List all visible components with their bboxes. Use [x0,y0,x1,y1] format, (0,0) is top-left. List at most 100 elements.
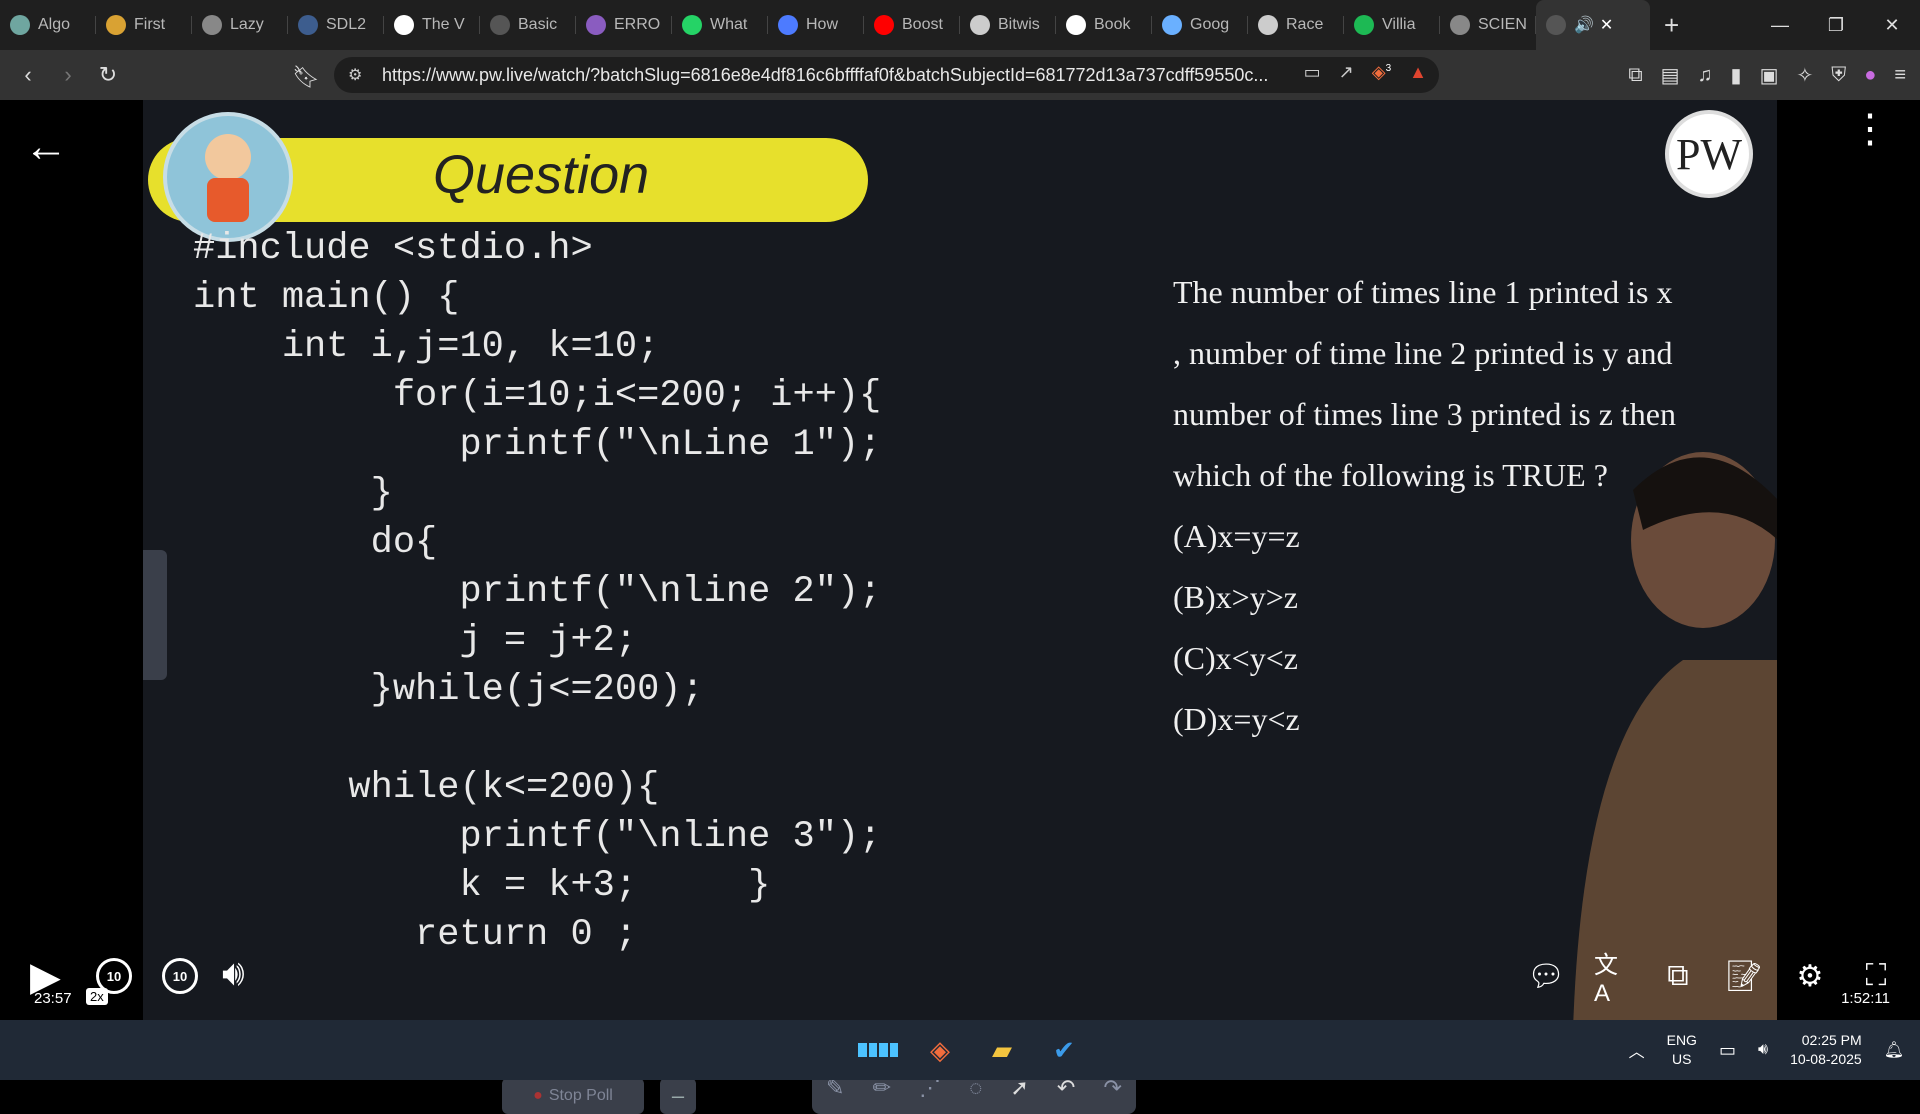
browser-tab[interactable]: Algo [0,0,96,50]
vscode-icon[interactable]: ✔ [1044,1030,1084,1070]
geeks-icon [490,15,510,35]
side-panel-handle[interactable] [143,550,167,680]
clock[interactable]: 02:25 PM 10-08-2025 [1790,1031,1862,1069]
browser-tab[interactable]: First [96,0,192,50]
rewind-10-icon[interactable]: 10 [96,958,132,994]
extensions-icon[interactable]: ⧉ [1628,64,1642,87]
pw-icon [106,15,126,35]
browser-tab[interactable]: Goog [1152,0,1248,50]
browser-tab[interactable]: Lazy [192,0,288,50]
settings-gear-icon[interactable]: ⚙ [1792,956,1828,996]
code-line: } [193,473,393,515]
tab-active-pw-live[interactable]: 🔊 ✕ [1536,0,1650,50]
tab-label: Boost [902,16,943,33]
vpn-icon[interactable]: ⛨ [1831,64,1846,87]
browser-tab[interactable]: SCIEN [1440,0,1536,50]
menu-icon[interactable]: ≡ [1894,64,1906,87]
stop-poll-label: Stop Poll [548,1087,613,1104]
stop-poll-button[interactable]: ● Stop Poll [502,1078,644,1114]
tab-label: Lazy [230,16,264,33]
minimize-icon[interactable]: — [1752,0,1808,50]
lang-top: ENG [1666,1032,1697,1048]
leo-ai-icon[interactable]: ✧ [1796,63,1813,88]
lang-bottom: US [1672,1051,1692,1067]
spotify-icon [1354,15,1374,35]
orkg-icon [970,15,990,35]
youtube-icon [874,15,894,35]
code-line: j = j+2; [193,620,638,662]
file-explorer-icon[interactable]: ▰ [982,1030,1022,1070]
picture-in-picture-icon[interactable]: ⧉ [1660,956,1696,996]
translate-icon[interactable]: 文A [1594,952,1630,1007]
tab-label: Algo [38,16,71,33]
browser-tab[interactable]: Villia [1344,0,1440,50]
forward-10-icon[interactable]: 10 [162,958,198,994]
code-line: int i,j=10, k=10; [193,326,660,368]
slide-title: Question [433,145,650,205]
forward-icon[interactable]: › [50,57,86,93]
browser-tab[interactable]: Bitwis [960,0,1056,50]
profile-icon[interactable]: ● [1864,64,1876,87]
brave-browser-icon[interactable]: ◈ [920,1030,960,1070]
tab-label: ERRO [614,16,661,33]
wallet-icon[interactable]: ▣ [1760,63,1779,88]
browser-tab[interactable]: ERRO [576,0,672,50]
language-indicator[interactable]: ENG US [1667,1031,1697,1069]
code-line: int main() { [193,277,460,319]
chatgpt-icon [10,15,30,35]
gemini-icon [1162,15,1182,35]
pw-tab-icon [1546,15,1566,35]
tab-label: SCIEN [1478,16,1527,33]
video-player[interactable]: ← Question PW #include <stdio.h> int main… [0,100,1920,1114]
window-controls: — ❐ ✕ [1752,0,1920,50]
speaker-icon: 🔊 [1574,17,1594,34]
speaker-tray-icon[interactable]: 🔊︎ [1758,1041,1768,1059]
browser-tab[interactable]: How [768,0,864,50]
bookmark-icon[interactable]: 🔖︎ [292,64,320,90]
browser-tab[interactable]: Race [1248,0,1344,50]
globe-icon [1450,15,1470,35]
tab-label: Villia [1382,16,1416,33]
browser-tab[interactable]: The V [384,0,480,50]
tab-label: Basic [518,16,558,33]
volume-icon[interactable]: 🔊︎ [222,952,245,995]
back-icon[interactable]: ‹ [10,57,46,93]
network-icon[interactable]: ▭ [1719,1040,1736,1061]
browser-tab[interactable]: SDL2 [288,0,384,50]
notification-bell-icon[interactable]: 🔔︎ [1884,1040,1904,1060]
fullscreen-icon[interactable]: ⛶ [1858,956,1894,996]
reload-icon[interactable]: ↻ [90,57,126,93]
media-icon[interactable]: ♫ [1698,64,1713,87]
sidebar-icon[interactable]: ▮ [1731,63,1742,88]
close-window-icon[interactable]: ✕ [1864,0,1920,50]
chat-icon[interactable]: 💬︎ [1527,956,1565,996]
tray-overflow-icon[interactable]: ︿ [1629,1038,1645,1062]
copilot-icon [778,15,798,35]
back-arrow-icon[interactable]: ← [24,122,68,172]
notes-icon[interactable]: 📝︎ [1725,956,1763,996]
tab-label: Book [1094,16,1131,33]
new-tab-button[interactable]: + [1650,10,1693,41]
deepseek-icon [586,15,606,35]
question-line: The number of times line 1 printed is x [1173,274,1673,310]
browser-tab[interactable]: Basic [480,0,576,50]
windows-start-icon[interactable] [858,1030,898,1070]
system-tray: ︿ ENG US ▭ 🔊︎ 02:25 PM 10-08-2025 🔔︎ [1629,1020,1920,1080]
tab-label: How [806,16,839,33]
tab-label: Race [1286,16,1324,33]
taskbar-apps: ◈ ▰ ✔ [858,1030,1084,1070]
browser-tab[interactable]: Book [1056,0,1152,50]
play-icon[interactable]: ▶ [30,954,61,1000]
close-tab-icon[interactable]: ✕ [1600,15,1613,35]
teacher-image [1573,452,1777,1020]
code-line: printf("\nline 2"); [193,571,882,613]
reader-icon[interactable]: ▤ [1661,63,1680,88]
minus-button[interactable]: – [660,1078,696,1114]
restore-icon[interactable]: ❐ [1808,0,1864,50]
mascot-image [163,112,293,242]
code-line: return 0 ; [193,914,638,956]
more-options-icon[interactable]: ⋮ [1850,109,1890,149]
browser-tab[interactable]: What [672,0,768,50]
browser-tab[interactable]: Boost [864,0,960,50]
openai-icon [1258,15,1278,35]
